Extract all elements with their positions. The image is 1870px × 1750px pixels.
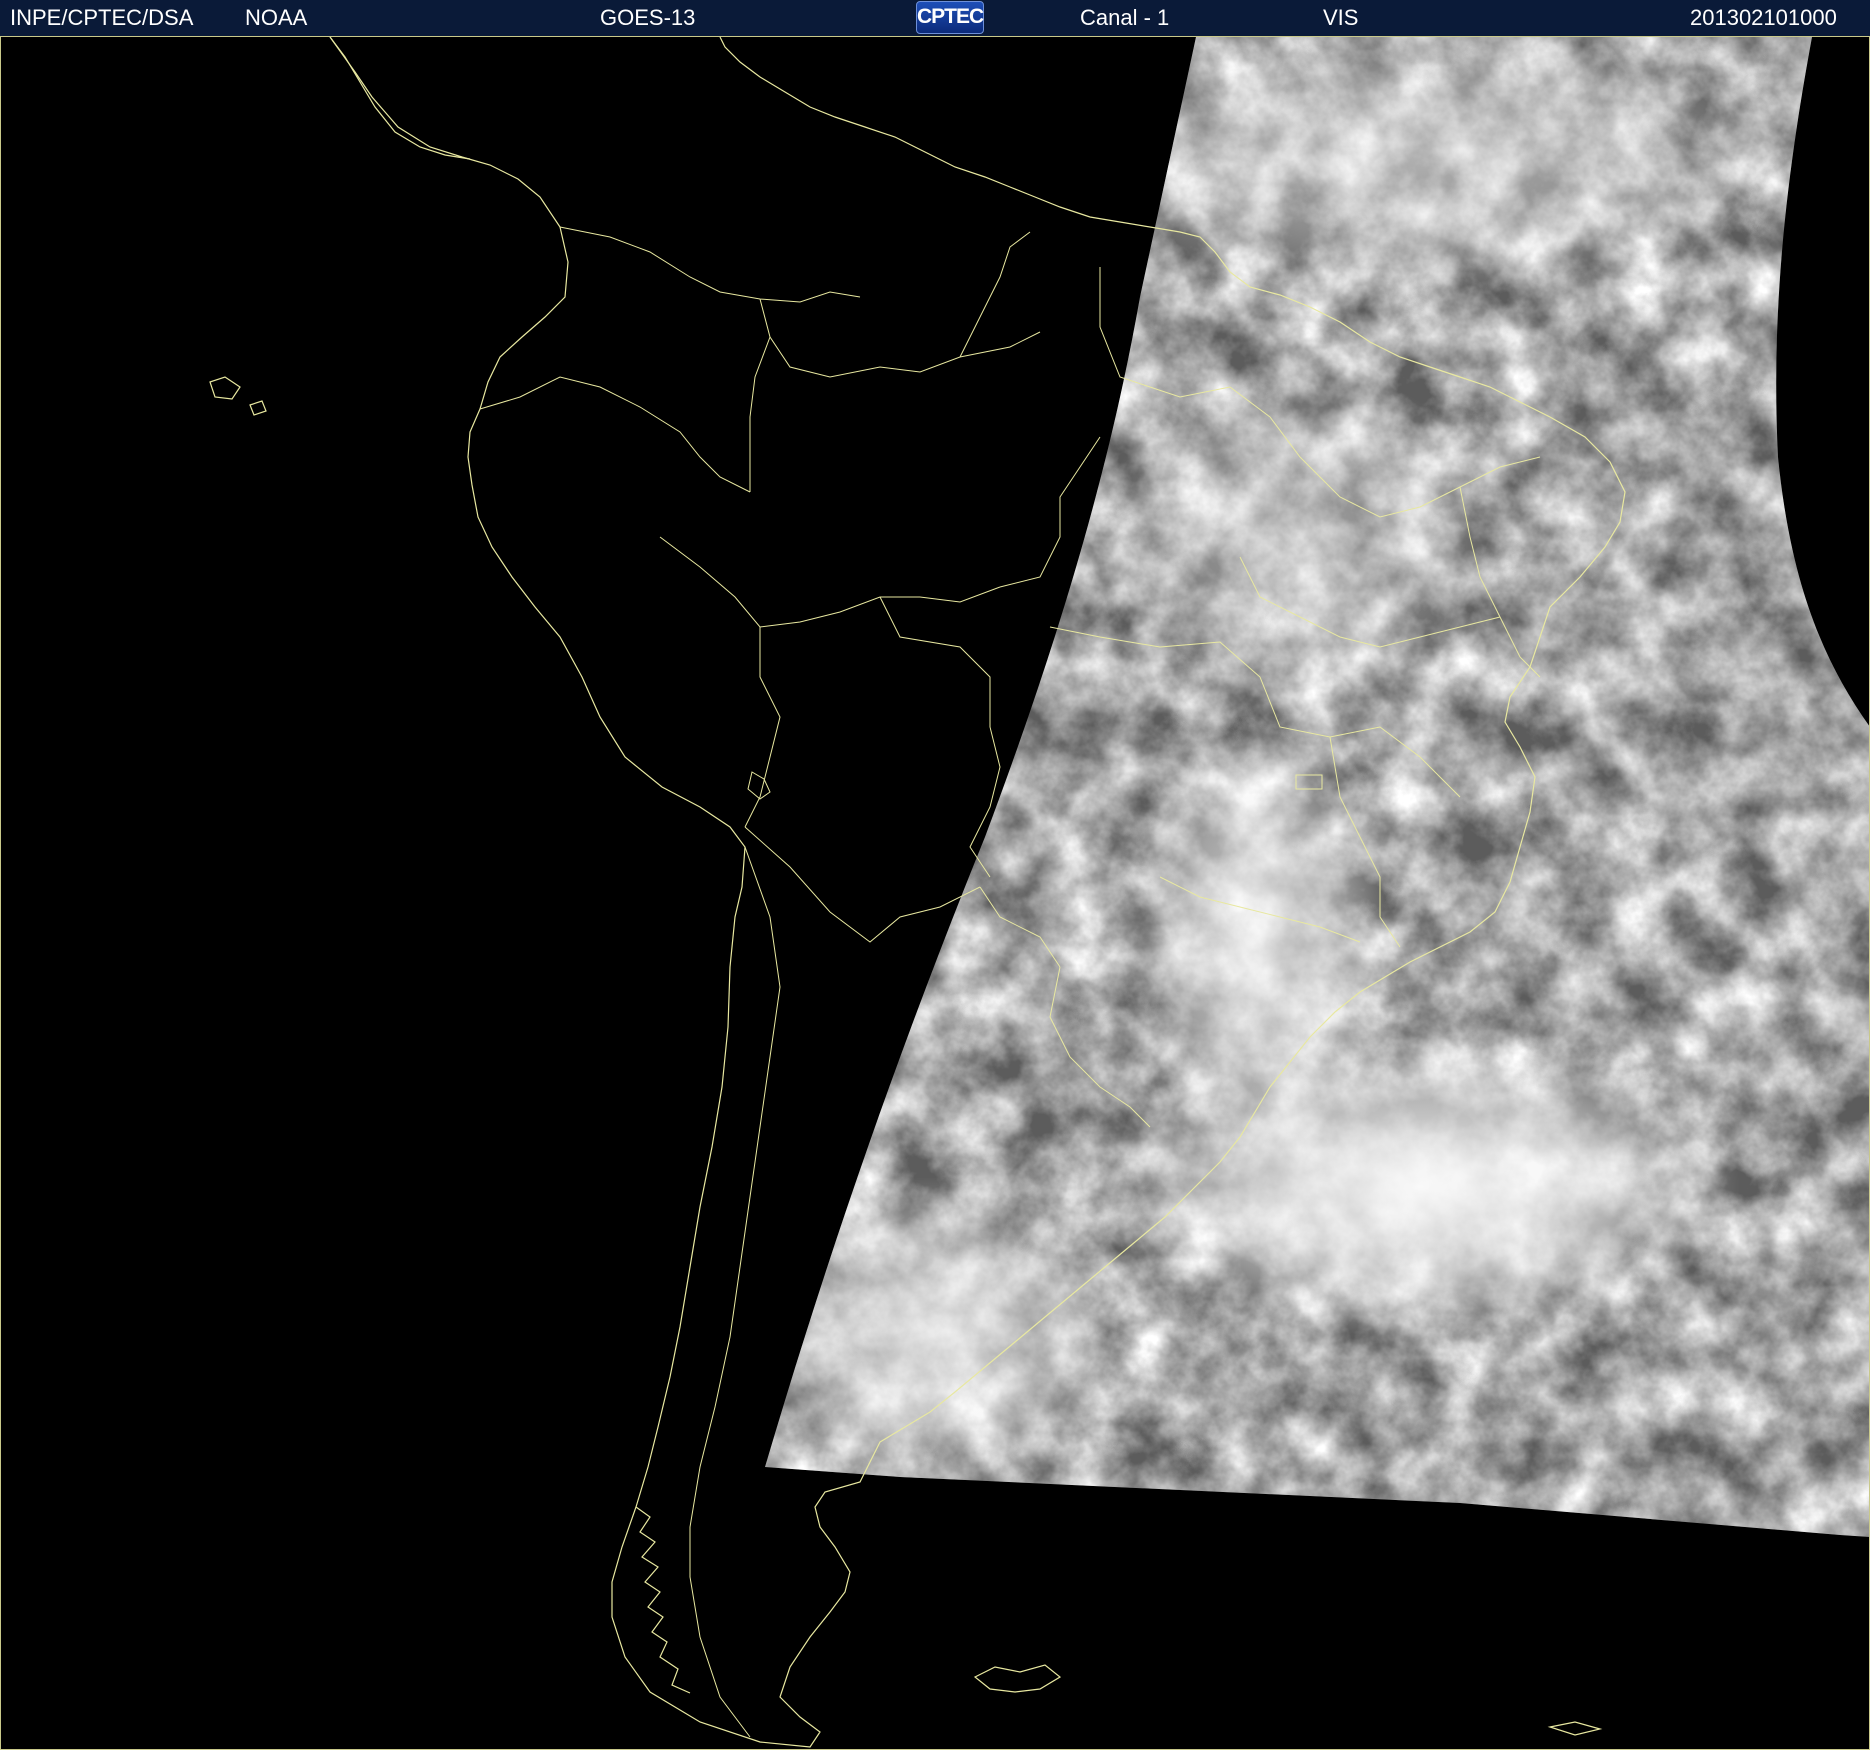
border-bolivia-paraguay-argentina bbox=[744, 826, 981, 943]
channel-label: Canal - 1 bbox=[1080, 5, 1170, 30]
band-label: VIS bbox=[1323, 5, 1359, 30]
lake-titicaca bbox=[747, 771, 771, 800]
galapagos-islands bbox=[209, 376, 267, 416]
border-argentina-chile bbox=[689, 846, 781, 1738]
timestamp-label: 201302101000 bbox=[1690, 5, 1837, 30]
agency-label: NOAA bbox=[245, 5, 308, 30]
border-colombia-venezuela bbox=[559, 226, 861, 303]
border-colombia-brazil bbox=[749, 336, 771, 492]
central-america-coastline bbox=[329, 37, 471, 160]
border-guyana bbox=[959, 231, 1031, 358]
header-bar: INPE/CPTEC/DSA NOAA GOES-13 CPTEC Canal … bbox=[0, 0, 1870, 37]
cptec-logo: CPTEC bbox=[916, 1, 984, 34]
south-georgia bbox=[1547, 1721, 1603, 1736]
border-venezuela-brazil bbox=[759, 298, 1041, 378]
border-peru-brazil bbox=[659, 536, 1001, 628]
border-bolivia-brazil bbox=[879, 596, 1001, 878]
map-canvas bbox=[209, 37, 1870, 1748]
satellite-map bbox=[0, 37, 1870, 1750]
satellite-swath bbox=[765, 37, 1870, 1537]
falkland-islands bbox=[973, 1664, 1062, 1693]
border-colombia-peru-ecuador bbox=[479, 376, 751, 493]
satellite-label: GOES-13 bbox=[600, 5, 696, 30]
chile-fjords bbox=[635, 1506, 691, 1694]
logo-text: CPTEC bbox=[917, 5, 984, 28]
institution-label: INPE/CPTEC/DSA bbox=[10, 5, 194, 30]
